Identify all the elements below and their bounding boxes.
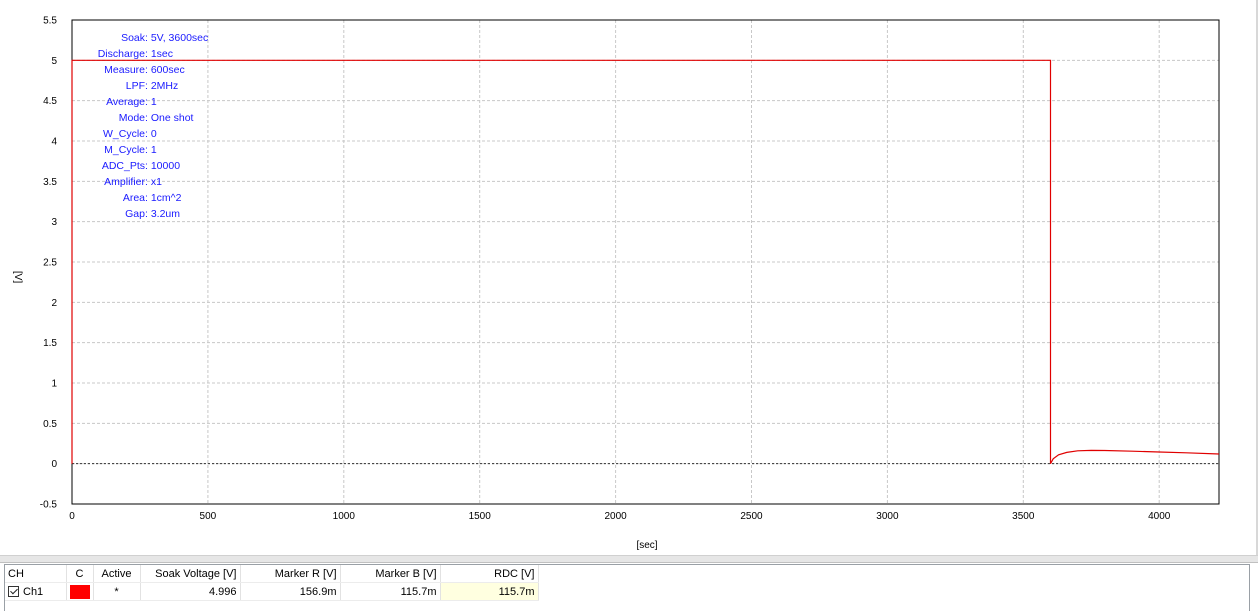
annotation-key: Gap [125, 208, 145, 220]
active-cell[interactable]: * [93, 582, 141, 601]
grid-lines [72, 20, 1219, 504]
col-header-rdc[interactable]: RDC [V] [440, 565, 539, 583]
table-row[interactable]: Ch1 * 4.996 156.9m 115.7m 115.7m [5, 582, 539, 601]
annotation-value: : 1cm^2 [145, 192, 182, 204]
annotation-item: Mode : One shot [119, 112, 194, 124]
voltage-chart[interactable]: 0 500 1000 1500 2000 2500 3000 3500 4000 -0.5 0 0.5… [0, 0, 1256, 558]
annotation-value: : 1 [145, 96, 157, 108]
x-tick-label: 3500 [1012, 511, 1035, 522]
col-header-ch[interactable]: CH [5, 565, 67, 583]
y-tick-label: 3 [51, 217, 57, 228]
rdc-cell: 115.7m [440, 582, 539, 601]
x-tick-label: 2000 [604, 511, 627, 522]
annotation-key: Mode [119, 112, 145, 124]
soak-voltage-cell: 4.996 [140, 582, 241, 601]
annotation-value: : 10000 [145, 160, 180, 172]
annotation-key: Soak [121, 32, 146, 44]
y-tick-label: 2.5 [43, 258, 57, 269]
x-tick-label: 1500 [469, 511, 492, 522]
annotation-item: ADC_Pts : 10000 [102, 160, 180, 172]
x-tick-label: 3000 [876, 511, 899, 522]
annotation-value: : 1 [145, 144, 157, 156]
annotation-key: LPF [126, 80, 145, 92]
y-tick-label: 5.5 [43, 16, 57, 27]
annotation-item: W_Cycle : 0 [103, 128, 157, 140]
col-header-marker-r[interactable]: Marker R [V] [240, 565, 341, 583]
annotation-value: : 5V, 3600sec [145, 32, 208, 44]
annotation-key: M_Cycle [104, 144, 145, 156]
panel-splitter[interactable] [0, 555, 1258, 563]
annotation-key: W_Cycle [103, 128, 145, 140]
col-header-marker-b[interactable]: Marker B [V] [340, 565, 441, 583]
x-tick-label: 1000 [333, 511, 356, 522]
annotation-item: Measure : 600sec [104, 64, 185, 76]
x-tick-label: 2500 [740, 511, 763, 522]
channel-name: Ch1 [23, 585, 44, 598]
y-tick-label: 4 [51, 137, 57, 148]
annotation-value: : x1 [145, 176, 162, 188]
annotation-item: Amplifier : x1 [104, 176, 162, 188]
annotation-value: : 3.2um [145, 208, 180, 220]
col-header-color[interactable]: C [66, 565, 94, 583]
x-tick-label: 4000 [1148, 511, 1171, 522]
x-tick-label: 0 [69, 511, 75, 522]
col-header-soak-voltage[interactable]: Soak Voltage [V] [140, 565, 241, 583]
y-tick-label: 2 [51, 298, 57, 309]
annotation-value: : 1sec [145, 48, 173, 60]
channel-table: CH C Active Soak Voltage [V] Marker R [V… [5, 565, 539, 601]
annotation-key: ADC_Pts [102, 160, 145, 172]
annotation-item: Soak : 5V, 3600sec [121, 32, 208, 44]
annotation-key: Discharge [98, 48, 145, 60]
x-tick-label: 500 [200, 511, 217, 522]
annotation-item: Gap : 3.2um [125, 208, 180, 220]
channel-cell[interactable]: Ch1 [5, 582, 67, 601]
annotation-item: Area : 1cm^2 [123, 192, 182, 204]
channel-table-panel: CH C Active Soak Voltage [V] Marker R [V… [4, 564, 1250, 611]
y-tick-label: -0.5 [40, 500, 58, 511]
table-header-row: CH C Active Soak Voltage [V] Marker R [V… [5, 565, 539, 583]
channel-color-swatch[interactable] [69, 584, 90, 599]
marker-r-cell: 156.9m [240, 582, 341, 601]
y-axis-label: [V] [12, 271, 23, 283]
color-cell[interactable] [66, 582, 94, 601]
y-tick-label: 5 [51, 56, 57, 67]
annotation-item: Discharge : 1sec [98, 48, 173, 60]
annotation-value: : 0 [145, 128, 157, 140]
annotation-key: Area [123, 192, 145, 204]
marker-b-cell: 115.7m [340, 582, 441, 601]
annotation-key: Average [106, 96, 145, 108]
annotation-item: M_Cycle : 1 [104, 144, 157, 156]
y-tick-label: 1.5 [43, 338, 57, 349]
x-axis-label: [sec] [636, 540, 657, 551]
annotation-key: Amplifier [104, 176, 145, 188]
annotation-item: LPF : 2MHz [126, 80, 179, 92]
annotation-value: : 600sec [145, 64, 185, 76]
annotation-value: : 2MHz [145, 80, 178, 92]
chart-panel: 0 500 1000 1500 2000 2500 3000 3500 4000 -0.5 0 0.5… [0, 0, 1258, 558]
y-tick-label: 3.5 [43, 177, 57, 188]
y-tick-label: 1 [51, 379, 57, 390]
annotation-key: Measure [104, 64, 145, 76]
y-tick-label: 4.5 [43, 96, 57, 107]
col-header-active[interactable]: Active [93, 565, 141, 583]
y-tick-label: 0 [51, 459, 57, 470]
annotation-item: Average : 1 [106, 96, 157, 108]
y-tick-label: 0.5 [43, 419, 57, 430]
channel-checkbox[interactable] [8, 585, 19, 597]
annotation-value: : One shot [145, 112, 194, 124]
